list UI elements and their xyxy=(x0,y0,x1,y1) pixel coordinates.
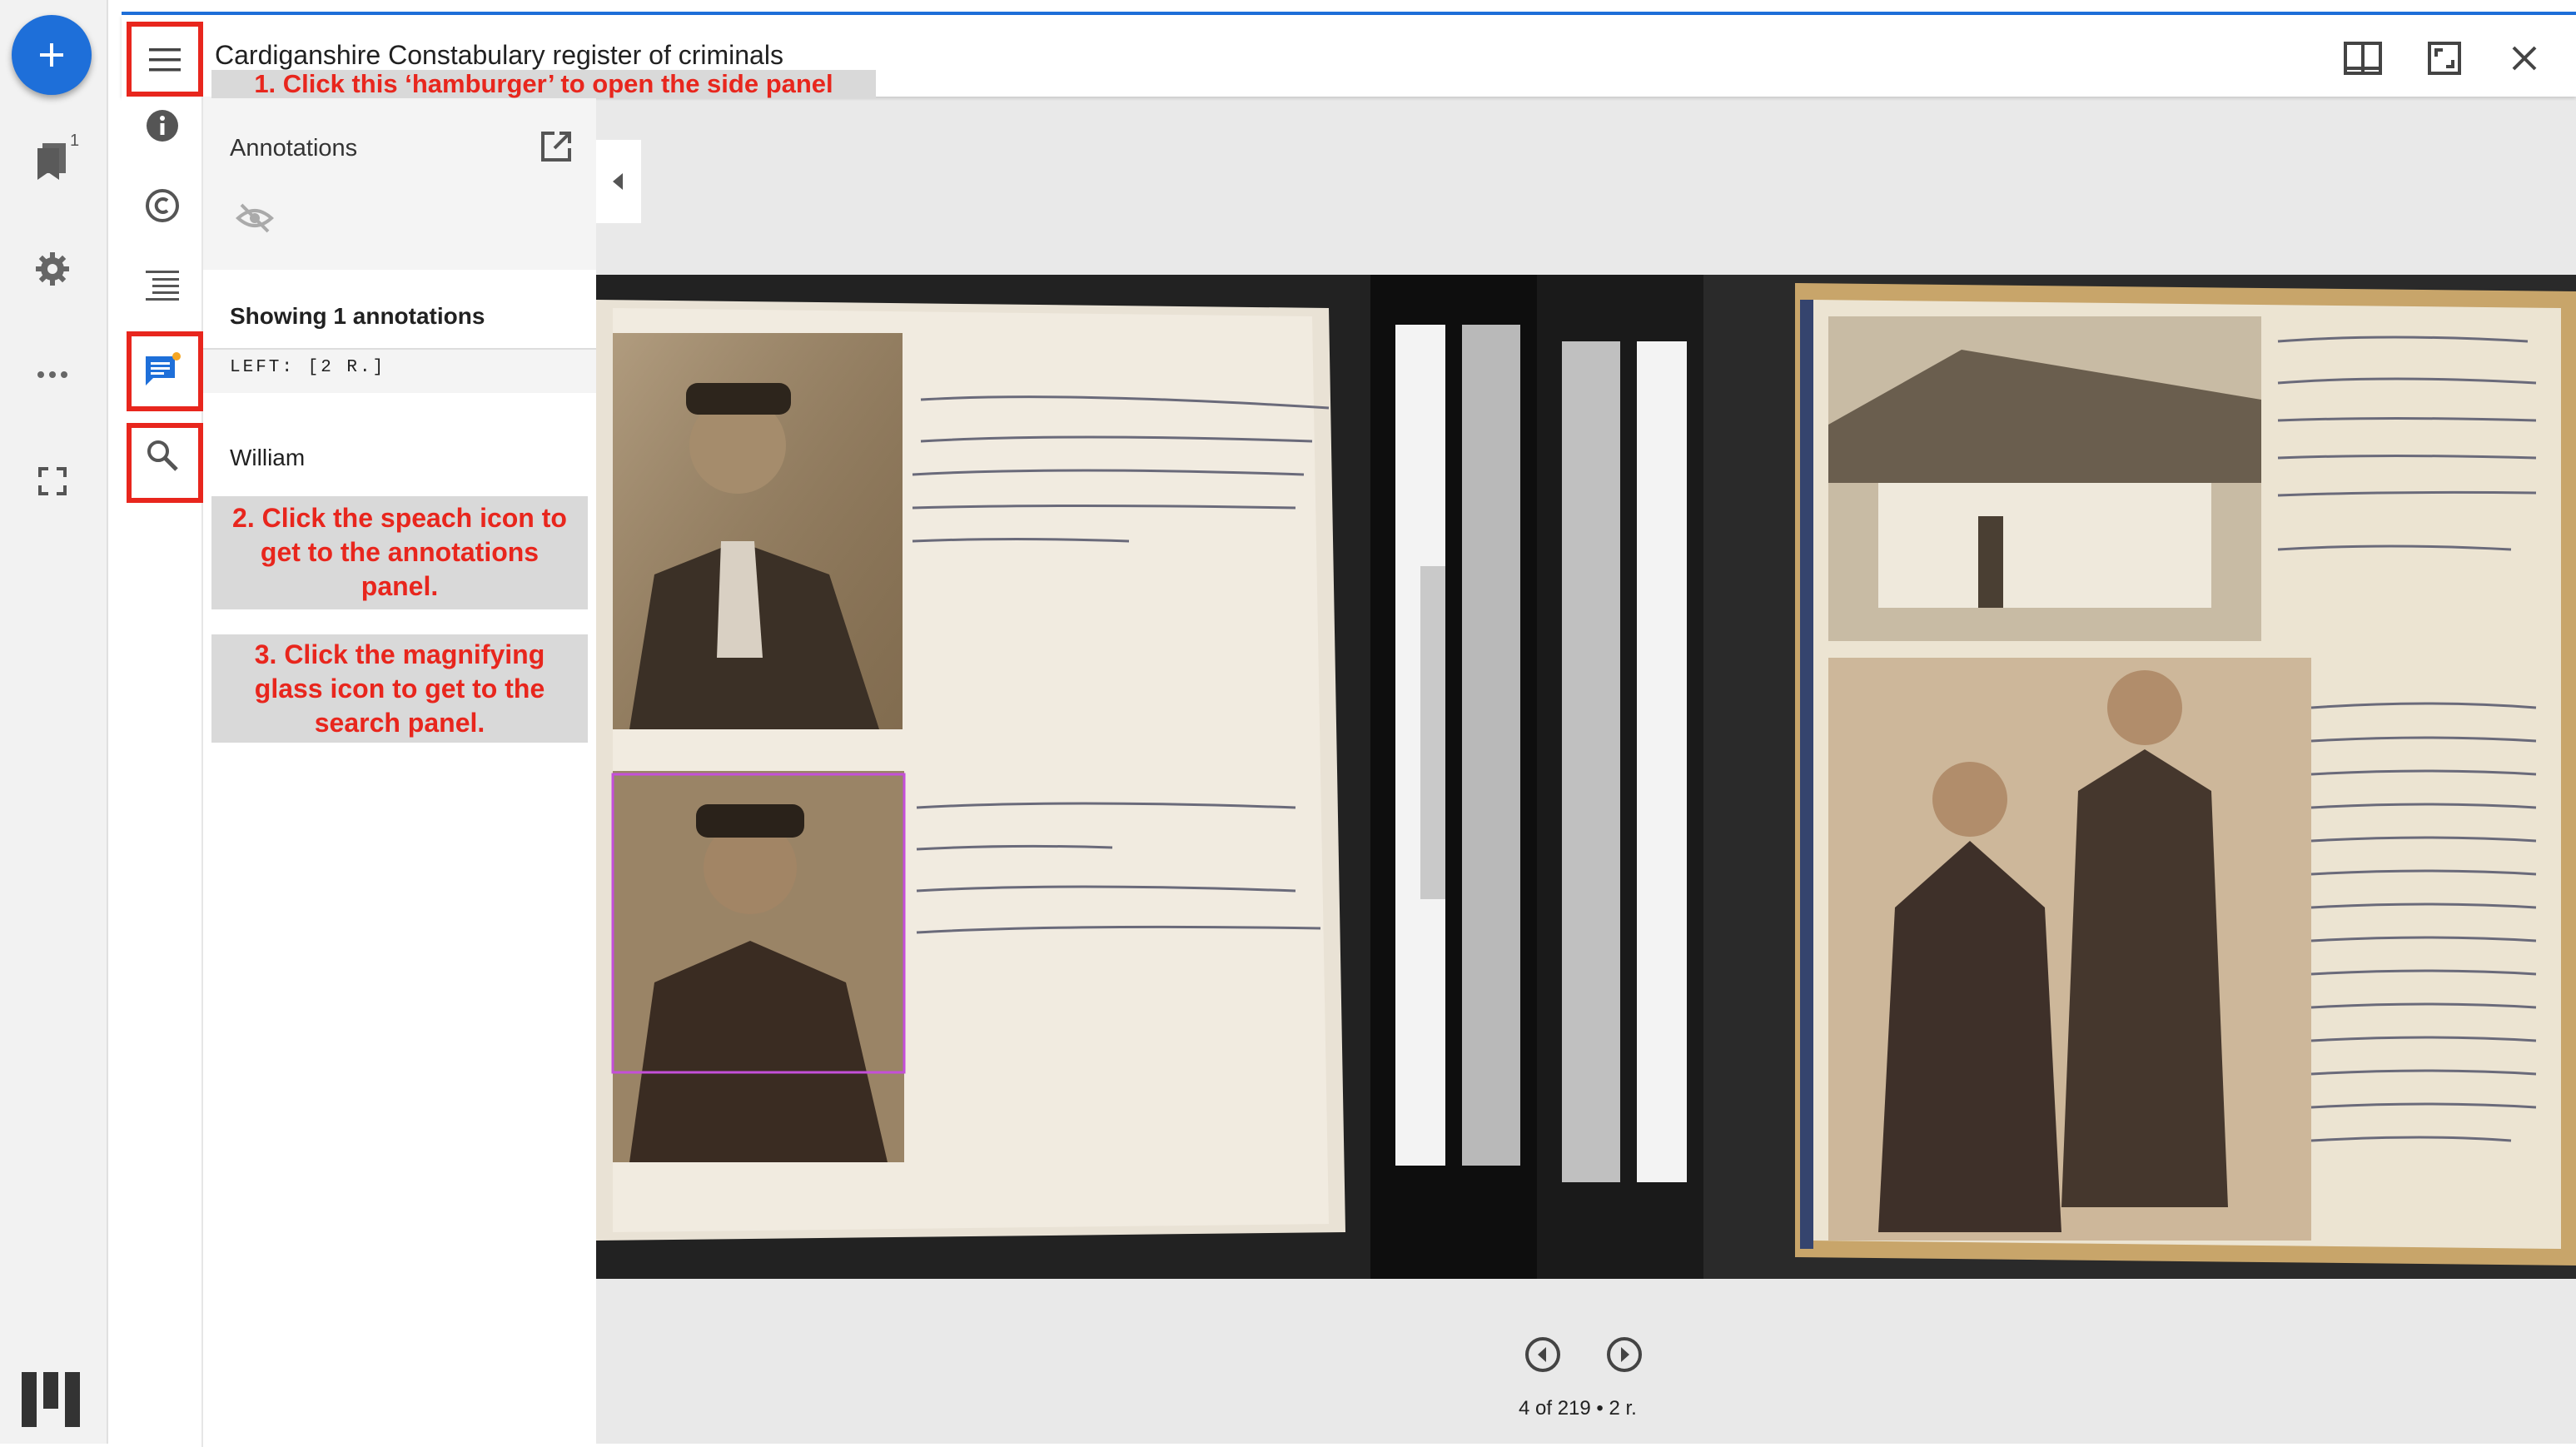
window-view-button[interactable] xyxy=(2340,35,2386,82)
page-indicator: 4 of 219 • 2 r. xyxy=(1519,1397,1637,1420)
instruction-step-1: 1. Click this ‘hamburger’ to open the si… xyxy=(211,70,876,98)
annotations-panel: Annotations Showing 1 annotations LEFT: … xyxy=(203,97,596,1447)
instruction-step-2-line: 2. Click the speach icon to xyxy=(232,503,567,533)
visibility-off-icon xyxy=(236,203,274,233)
rights-panel-button[interactable] xyxy=(137,180,188,231)
view-layout-icon xyxy=(2344,42,2382,75)
search-highlight-box xyxy=(127,423,203,503)
previous-canvas-button[interactable] xyxy=(1520,1332,1565,1377)
close-icon xyxy=(2512,46,2537,71)
bookmark-icon xyxy=(37,143,66,180)
info-icon xyxy=(147,110,178,142)
canvas-label: LEFT: [2 R.] xyxy=(230,358,386,377)
open-in-new-icon xyxy=(541,132,571,162)
instruction-step-2-line: panel. xyxy=(361,571,439,601)
copyright-icon xyxy=(146,189,179,222)
more-options-button[interactable] xyxy=(29,351,76,398)
table-of-contents-button[interactable] xyxy=(137,260,188,311)
maximize-icon xyxy=(2428,42,2461,75)
info-panel-button[interactable] xyxy=(137,100,188,152)
annotation-count-row: Showing 1 annotations xyxy=(203,270,596,350)
instruction-step-2: 2. Click the speach icon to get to the a… xyxy=(211,496,588,609)
mirador-window: Cardiganshire Constabulary register of c… xyxy=(122,12,2576,1447)
instruction-step-3-line: search panel. xyxy=(314,708,485,738)
chevron-left-icon xyxy=(613,173,623,190)
previous-icon xyxy=(1525,1337,1560,1372)
add-resource-button[interactable] xyxy=(12,15,92,95)
fullscreen-icon xyxy=(38,467,67,495)
instruction-step-2-line: get to the annotations xyxy=(260,537,540,567)
plus-icon xyxy=(40,43,63,67)
annotations-highlight-box xyxy=(127,331,203,411)
app-rail: 1 xyxy=(0,0,108,1444)
instruction-step-3-line: 3. Click the magnifying xyxy=(254,639,545,669)
annotation-count-text: Showing 1 annotations xyxy=(230,303,485,329)
toggle-annotations-visibility[interactable] xyxy=(235,201,275,235)
bookmark-button[interactable] xyxy=(29,138,76,185)
companion-icon-strip xyxy=(122,97,203,1447)
next-canvas-button[interactable] xyxy=(1602,1332,1647,1377)
annotations-panel-header: Annotations xyxy=(203,97,596,270)
bookmark-count-badge: 1 xyxy=(70,132,80,150)
panel-title: Annotations xyxy=(230,135,358,162)
menu-button[interactable] xyxy=(142,37,188,83)
settings-button[interactable] xyxy=(29,246,76,292)
toc-icon xyxy=(146,271,179,301)
maximize-window-button[interactable] xyxy=(2421,35,2468,82)
instruction-step-3: 3. Click the magnifying glass icon to ge… xyxy=(211,634,588,743)
window-title: Cardiganshire Constabulary register of c… xyxy=(215,40,783,70)
viewer-canvas[interactable] xyxy=(596,275,2576,1279)
next-icon xyxy=(1607,1337,1642,1372)
open-in-window-button[interactable] xyxy=(540,130,576,167)
fullscreen-button[interactable] xyxy=(29,458,76,505)
more-horiz-icon xyxy=(37,371,67,378)
instruction-step-3-line: glass icon to get to the xyxy=(254,674,545,704)
close-window-button[interactable] xyxy=(2501,35,2548,82)
mirador-logo xyxy=(22,1372,80,1427)
gear-icon xyxy=(36,252,69,286)
menu-icon xyxy=(149,48,181,72)
annotation-text: William xyxy=(230,445,306,470)
manuscript-image xyxy=(596,275,2576,1279)
collapse-sidebar-button[interactable] xyxy=(596,140,641,223)
